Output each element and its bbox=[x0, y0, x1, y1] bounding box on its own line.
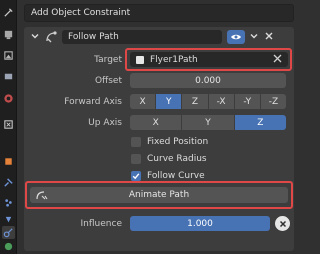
scene-icon[interactable] bbox=[2, 92, 15, 105]
forward-axis-y[interactable]: Y bbox=[156, 94, 183, 109]
data-icon[interactable] bbox=[2, 240, 15, 253]
properties-tab-strip bbox=[0, 0, 17, 254]
disable-keep-transform-icon[interactable] bbox=[275, 216, 290, 231]
properties-editor: Add Object Constraint Follow Path Target… bbox=[0, 0, 300, 254]
constraints-panel: Add Object Constraint Follow Path Target… bbox=[18, 0, 300, 254]
target-highlight bbox=[125, 48, 292, 71]
up-axis-x[interactable]: X bbox=[130, 115, 183, 130]
influence-slider[interactable]: 1.000 bbox=[130, 216, 270, 231]
forward-axis-x[interactable]: X bbox=[130, 94, 157, 109]
view-layer-icon[interactable] bbox=[2, 70, 15, 83]
forward-axis-neg-x[interactable]: -X bbox=[208, 94, 235, 109]
curve-radius-label: Curve Radius bbox=[147, 154, 207, 164]
up-axis-label: Up Axis bbox=[88, 118, 122, 128]
eye-icon[interactable] bbox=[227, 30, 245, 44]
constraint-header: Follow Path bbox=[24, 27, 294, 47]
fixed-position-box[interactable] bbox=[131, 137, 141, 147]
close-icon[interactable] bbox=[264, 31, 274, 44]
curve-radius-checkbox[interactable]: Curve Radius bbox=[131, 154, 207, 164]
forward-axis-z[interactable]: Z bbox=[182, 94, 209, 109]
up-axis-selector: X Y Z bbox=[130, 115, 286, 130]
constraint-name-field[interactable]: Follow Path bbox=[62, 30, 222, 44]
forward-axis-neg-z[interactable]: -Z bbox=[260, 94, 286, 109]
add-object-constraint-menu[interactable]: Add Object Constraint bbox=[24, 4, 294, 22]
forward-axis-selector: X Y Z -X -Y -Z bbox=[130, 94, 286, 109]
constraint-type-icon bbox=[44, 30, 58, 47]
render-icon[interactable] bbox=[2, 28, 15, 41]
influence-value: 1.000 bbox=[187, 218, 213, 229]
output-icon[interactable] bbox=[2, 49, 15, 62]
world-icon[interactable] bbox=[2, 118, 15, 131]
target-label: Target bbox=[94, 55, 122, 65]
chevron-down-icon[interactable] bbox=[249, 31, 259, 44]
follow-curve-box[interactable] bbox=[131, 171, 141, 181]
modifier-icon[interactable] bbox=[2, 176, 15, 189]
influence-label: Influence bbox=[80, 219, 122, 229]
chevron-down-icon[interactable] bbox=[30, 31, 40, 44]
curve-radius-box[interactable] bbox=[131, 154, 141, 164]
offset-label: Offset bbox=[94, 76, 122, 86]
offset-value: 0.000 bbox=[195, 75, 221, 86]
forward-axis-label: Forward Axis bbox=[64, 97, 122, 107]
fixed-position-checkbox[interactable]: Fixed Position bbox=[131, 137, 208, 147]
fixed-position-label: Fixed Position bbox=[147, 137, 209, 147]
object-icon[interactable] bbox=[2, 155, 15, 168]
add-object-constraint-label: Add Object Constraint bbox=[31, 8, 131, 18]
particles-icon[interactable] bbox=[2, 196, 15, 209]
constraint-icon[interactable] bbox=[2, 226, 15, 239]
follow-curve-label: Follow Curve bbox=[147, 171, 205, 181]
offset-field[interactable]: 0.000 bbox=[130, 73, 286, 88]
constraint-body: Target Flyer1Path Offset 0.000 Forward A… bbox=[24, 47, 294, 251]
forward-axis-neg-y[interactable]: -Y bbox=[234, 94, 261, 109]
animate-path-highlight bbox=[25, 181, 293, 209]
constraint-name: Follow Path bbox=[68, 32, 119, 42]
up-axis-y[interactable]: Y bbox=[182, 115, 235, 130]
up-axis-z[interactable]: Z bbox=[234, 115, 286, 130]
tool-icon[interactable] bbox=[2, 6, 15, 19]
checkmark-icon bbox=[132, 173, 140, 180]
follow-curve-checkbox[interactable]: Follow Curve bbox=[131, 171, 205, 181]
